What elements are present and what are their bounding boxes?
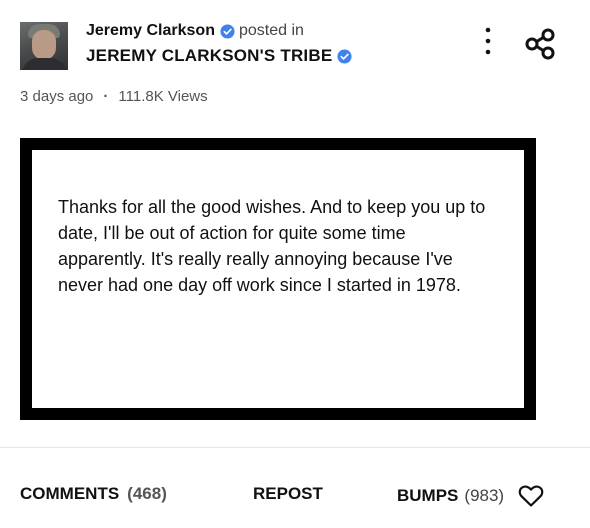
kebab-menu-icon[interactable] — [480, 26, 496, 58]
share-icon[interactable] — [523, 27, 557, 61]
verified-badge-icon — [337, 48, 352, 64]
post-header: Jeremy Clarkson posted in JEREMY CLARKSO… — [0, 0, 590, 130]
post-views: 111.8K Views — [118, 88, 208, 105]
author-avatar[interactable] — [20, 22, 68, 70]
bumps-label: BUMPS — [397, 486, 459, 505]
repost-label: REPOST — [253, 484, 323, 503]
avatar-shoulders — [22, 58, 66, 70]
bumps-button[interactable]: BUMPS (983) — [397, 484, 544, 508]
post-card: Thanks for all the good wishes. And to k… — [20, 138, 536, 420]
meta-separator: · — [103, 88, 109, 105]
divider — [0, 447, 590, 448]
post-time: 3 days ago — [20, 88, 94, 105]
author-name[interactable]: Jeremy Clarkson — [86, 22, 215, 40]
comments-count: (468) — [127, 484, 167, 503]
author-line: Jeremy Clarkson posted in — [86, 22, 304, 40]
comments-button[interactable]: COMMENTS (468) — [20, 484, 167, 504]
bumps-count: (983) — [464, 486, 505, 505]
tribe-line: JEREMY CLARKSON'S TRIBE — [86, 46, 352, 66]
tribe-name[interactable]: JEREMY CLARKSON'S TRIBE — [86, 46, 332, 66]
post-meta: 3 days ago · 111.8K Views — [20, 88, 208, 105]
avatar-face — [32, 30, 56, 60]
comments-label: COMMENTS — [20, 484, 120, 503]
post-actions: COMMENTS (468) REPOST BUMPS (983) — [0, 480, 590, 512]
heart-icon[interactable] — [518, 484, 544, 508]
post-body-text: Thanks for all the good wishes. And to k… — [58, 197, 486, 295]
repost-button[interactable]: REPOST — [253, 484, 323, 504]
posted-in-label: posted in — [238, 22, 304, 39]
verified-badge-icon — [220, 23, 235, 39]
